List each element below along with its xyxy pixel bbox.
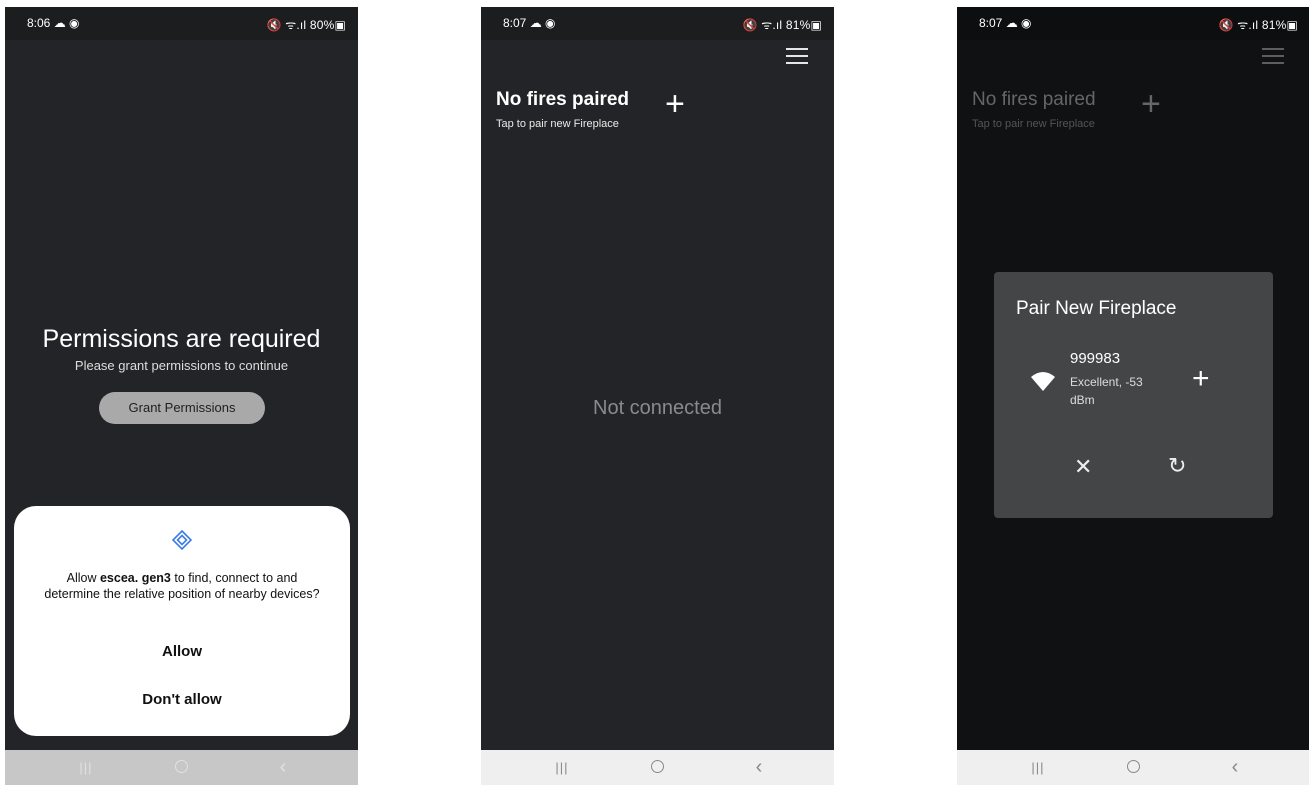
menu-icon[interactable]: [786, 48, 808, 64]
dialog-app-name: escea. gen3: [99, 571, 171, 585]
nearby-devices-icon: [172, 530, 192, 550]
back-button[interactable]: ‹: [1215, 750, 1255, 785]
dialog-message-prefix: Allow: [66, 571, 100, 585]
home-circle-icon: [1126, 760, 1140, 774]
status-time: 8:07 ☁ ◉: [979, 16, 1032, 30]
back-button[interactable]: ‹: [739, 750, 779, 785]
device-signal: Excellent, -53 dBm: [1070, 375, 1143, 407]
back-button[interactable]: ‹: [263, 750, 303, 785]
permissions-screen: 8:06 ☁ ◉ 🔇 ᯤ.ıl 80%▣ Permissions are req…: [5, 7, 358, 785]
pair-fireplace-modal: Pair New Fireplace 999983 Excellent, -53…: [994, 272, 1273, 518]
home-button[interactable]: [161, 750, 201, 785]
page-title: Permissions are required: [42, 325, 321, 353]
no-fires-title[interactable]: No fires paired: [496, 89, 629, 111]
device-name: 999983: [1070, 350, 1121, 367]
status-bar: 8:07 ☁ ◉ 🔇 ᯤ.ıl 81%▣: [957, 7, 1309, 40]
pair-hint: Tap to pair new Fireplace: [972, 118, 1095, 130]
page-subtitle: Please grant permissions to continue: [74, 358, 289, 373]
home-circle-icon: [174, 760, 188, 774]
add-fireplace-button[interactable]: +: [665, 87, 685, 121]
pair-hint: Tap to pair new Fireplace: [496, 118, 619, 130]
status-time: 8:06 ☁ ◉: [27, 16, 80, 30]
home-screen: 8:07 ☁ ◉ 🔇 ᯤ.ıl 81%▣ No fires paired Tap…: [481, 7, 834, 785]
dialog-message: Allow escea. gen3 to find, connect to an…: [38, 570, 326, 602]
connection-status: Not connected: [593, 397, 722, 419]
wifi-icon: [1031, 372, 1055, 391]
home-button[interactable]: [637, 750, 677, 785]
pair-device-button[interactable]: +: [1192, 364, 1210, 394]
nav-bar: ||| ‹: [957, 750, 1309, 785]
status-indicators: 🔇 ᯤ.ıl 81%▣: [742, 18, 822, 32]
dont-allow-button[interactable]: Don't allow: [14, 691, 350, 708]
allow-button[interactable]: Allow: [14, 643, 350, 660]
home-button[interactable]: [1113, 750, 1153, 785]
status-time: 8:07 ☁ ◉: [503, 16, 556, 30]
nav-bar: ||| ‹: [481, 750, 834, 785]
close-icon[interactable]: ✕: [1074, 454, 1092, 480]
modal-title: Pair New Fireplace: [1016, 298, 1177, 319]
grant-permissions-button[interactable]: Grant Permissions: [99, 392, 265, 424]
nav-bar: ||| ‹: [5, 750, 358, 785]
menu-icon: [1262, 48, 1284, 64]
recent-apps-button[interactable]: |||: [542, 750, 582, 785]
recent-apps-button[interactable]: |||: [1018, 750, 1058, 785]
recent-apps-button[interactable]: |||: [66, 750, 106, 785]
status-bar: 8:07 ☁ ◉ 🔇 ᯤ.ıl 81%▣: [481, 7, 834, 40]
status-bar: 8:06 ☁ ◉ 🔇 ᯤ.ıl 80%▣: [5, 7, 358, 40]
home-circle-icon: [650, 760, 664, 774]
refresh-icon[interactable]: ↻: [1168, 453, 1186, 479]
no-fires-title: No fires paired: [972, 89, 1096, 110]
add-fireplace-button: +: [1141, 85, 1161, 123]
status-indicators: 🔇 ᯤ.ıl 81%▣: [1218, 18, 1298, 32]
pair-screen: 8:07 ☁ ◉ 🔇 ᯤ.ıl 81%▣ No fires paired Tap…: [957, 7, 1309, 785]
status-indicators: 🔇 ᯤ.ıl 80%▣: [266, 18, 346, 32]
permission-dialog: Allow escea. gen3 to find, connect to an…: [14, 506, 350, 736]
